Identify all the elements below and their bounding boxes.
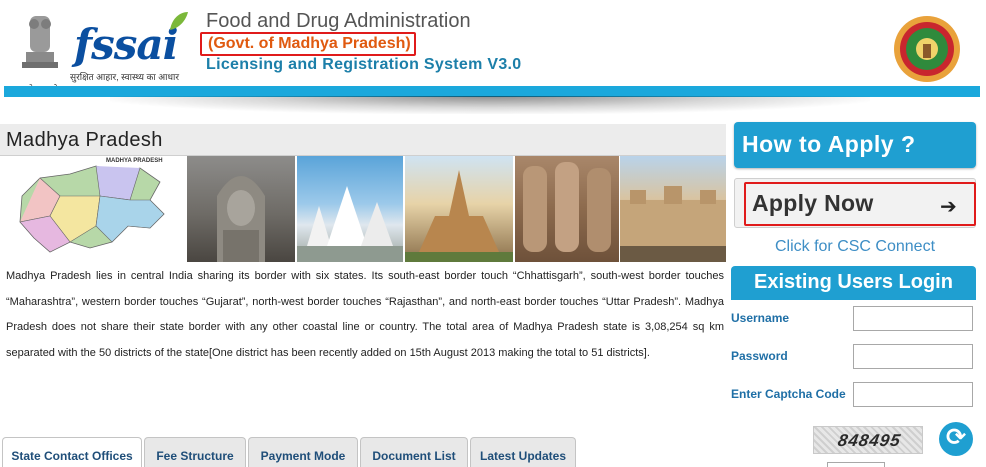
fort-palace-image <box>620 156 726 262</box>
header-shadow <box>110 96 870 114</box>
login-title: Existing Users Login <box>754 271 953 293</box>
how-to-apply-button[interactable]: How to Apply ? <box>734 122 976 168</box>
next-field-edge <box>827 462 885 467</box>
password-input[interactable] <box>853 344 973 369</box>
page-title: Madhya Pradesh <box>6 129 163 151</box>
captcha-input[interactable] <box>853 382 973 407</box>
fssai-logo: fssai सुरक्षित आहार, स्वास्थ्य का आधार <box>70 8 198 82</box>
tab-document-list[interactable]: Document List <box>360 437 468 467</box>
csc-connect-link[interactable]: Click for CSC Connect <box>734 238 976 256</box>
captcha-text: 848495 <box>836 431 903 450</box>
white-temples-image <box>297 156 403 262</box>
captcha-label: Enter Captcha Code <box>731 387 846 401</box>
govt-label: (Govt. of Madhya Pradesh) <box>208 35 411 52</box>
login-header: Existing Users Login <box>731 266 976 300</box>
national-emblem-logo: सत्यमेव जयते <box>12 10 68 94</box>
arrow-right-icon: ➔ <box>940 196 957 218</box>
tab-payment-mode[interactable]: Payment Mode <box>248 437 358 467</box>
fssai-wordmark: fssai <box>74 20 179 69</box>
apply-now-highlight[interactable]: Apply Now ➔ <box>744 182 976 226</box>
khajuraho-temple-image <box>405 156 513 262</box>
username-label: Username <box>731 311 790 325</box>
temple-sculpture-image <box>187 156 295 262</box>
carved-figures-image <box>515 156 619 262</box>
login-form: Username Password Enter Captcha Code 848… <box>731 300 976 467</box>
tab-fee-structure[interactable]: Fee Structure <box>144 437 246 467</box>
fssai-tagline: सुरक्षित आहार, स्वास्थ्य का आधार <box>70 72 180 82</box>
state-map-image: MADHYA PRADESH <box>0 156 186 262</box>
refresh-captcha-icon[interactable]: ⟳ <box>939 422 973 456</box>
org-title: Food and Drug Administration <box>206 10 471 32</box>
state-images-row: MADHYA PRADESH <box>0 156 726 262</box>
leaf-icon <box>170 12 188 30</box>
site-header: सत्यमेव जयते fssai सुरक्षित आहार, स्वास्… <box>0 0 986 94</box>
apply-now-label: Apply Now <box>752 190 874 216</box>
captcha-image: 848495 <box>813 426 923 454</box>
page: सत्यमेव जयते fssai सुरक्षित आहार, स्वास्… <box>0 0 986 467</box>
map-title: MADHYA PRADESH <box>106 158 163 164</box>
state-heading-bar: Madhya Pradesh <box>0 124 726 156</box>
username-input[interactable] <box>853 306 973 331</box>
how-to-apply-label: How to Apply ? <box>742 131 916 157</box>
system-title: Licensing and Registration System V3.0 <box>206 56 522 73</box>
password-label: Password <box>731 349 788 363</box>
state-description: Madhya Pradesh lies in central India sha… <box>6 270 724 359</box>
mp-state-seal-logo <box>892 14 962 84</box>
tab-state-contact-offices[interactable]: State Contact Offices <box>2 437 142 467</box>
govt-label-highlight: (Govt. of Madhya Pradesh) <box>200 32 416 56</box>
tab-latest-updates[interactable]: Latest Updates <box>470 437 576 467</box>
